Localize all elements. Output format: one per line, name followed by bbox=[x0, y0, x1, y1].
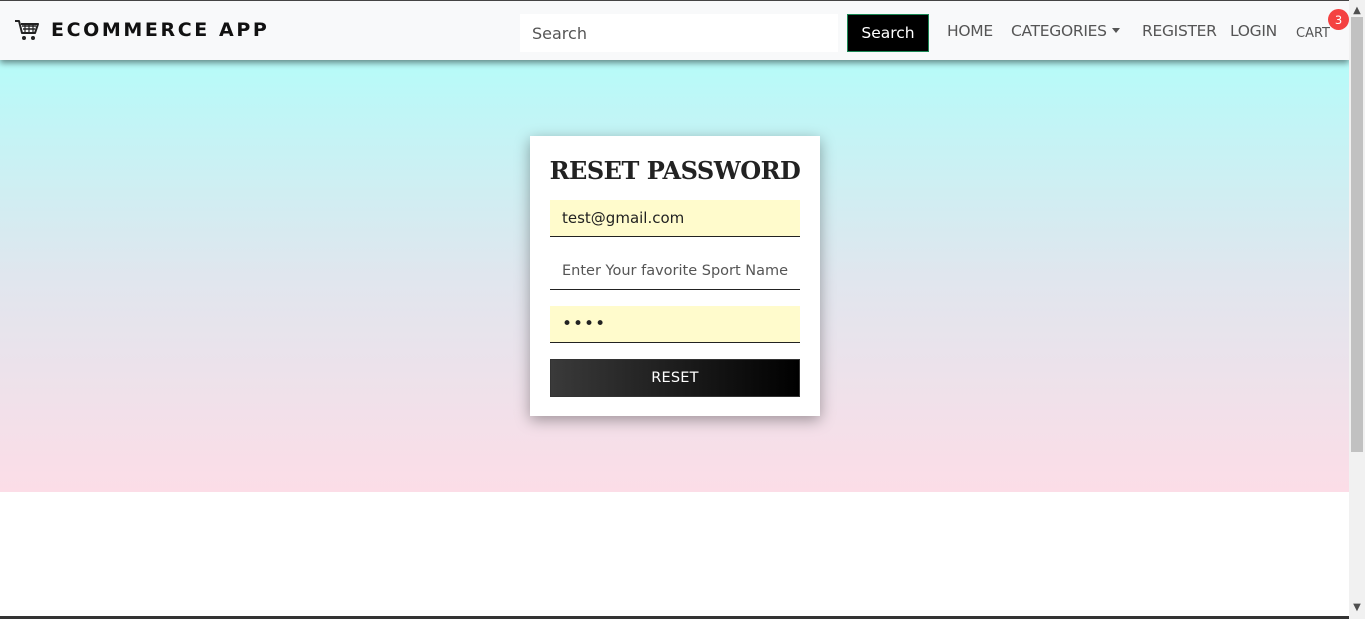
scroll-down-arrow-icon[interactable]: ▼ bbox=[1349, 599, 1365, 615]
cart-count-badge: 3 bbox=[1328, 9, 1349, 30]
nav-home-link[interactable]: HOME bbox=[947, 20, 993, 42]
search-button[interactable]: Search bbox=[847, 14, 929, 52]
brand-link[interactable]: ECOMMERCE APP bbox=[14, 18, 269, 42]
brand-name: ECOMMERCE APP bbox=[51, 19, 270, 41]
shopping-cart-icon bbox=[15, 20, 39, 40]
email-field[interactable] bbox=[550, 200, 800, 237]
page-title: RESET PASSWORD bbox=[549, 156, 801, 185]
scroll-up-arrow-icon[interactable]: ▲ bbox=[1349, 2, 1365, 18]
vertical-scrollbar[interactable]: ▲ ▼ bbox=[1349, 0, 1365, 619]
caret-down-icon bbox=[1111, 28, 1120, 33]
search-input[interactable] bbox=[520, 14, 838, 52]
favorite-sport-field[interactable] bbox=[550, 253, 800, 290]
nav-cart-link[interactable]: CART bbox=[1296, 23, 1330, 45]
nav-categories-dropdown[interactable]: CATEGORIES bbox=[1011, 20, 1120, 42]
reset-button[interactable]: RESET bbox=[550, 359, 800, 397]
top-navbar: ECOMMERCE APP Search HOME CATEGORIES REG… bbox=[0, 0, 1349, 60]
nav-login-link[interactable]: LOGIN bbox=[1230, 20, 1277, 42]
reset-password-card: RESET PASSWORD RESET bbox=[530, 136, 820, 416]
scrollbar-thumb[interactable] bbox=[1351, 17, 1363, 452]
nav-register-link[interactable]: REGISTER bbox=[1142, 20, 1217, 42]
nav-categories-label: CATEGORIES bbox=[1011, 22, 1107, 40]
new-password-field[interactable] bbox=[550, 306, 800, 343]
